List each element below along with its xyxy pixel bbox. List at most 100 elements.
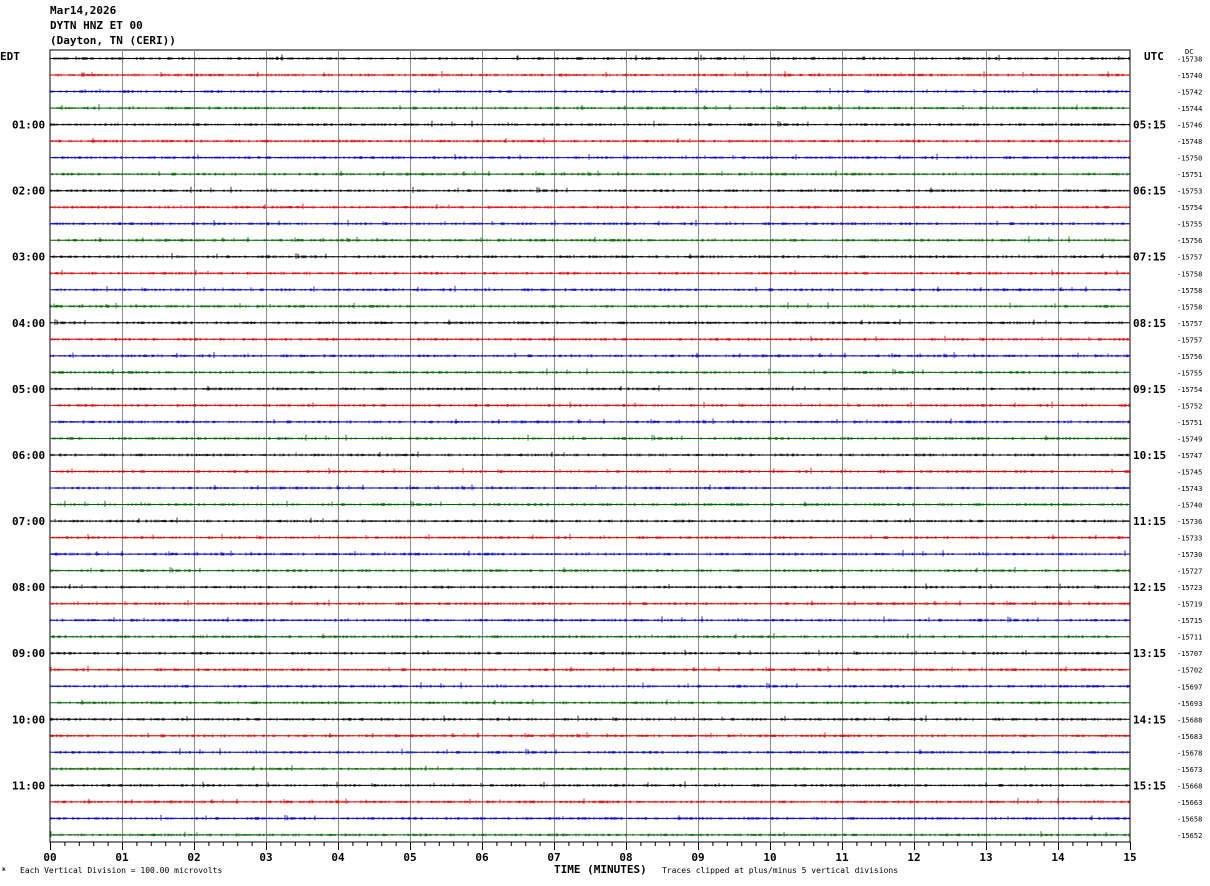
dc-offset-label: -15652 (1177, 832, 1202, 840)
dc-offset-label: -15733 (1177, 535, 1202, 543)
dc-offset-label: -15754 (1177, 386, 1202, 394)
dc-offset-label: -15688 (1177, 716, 1202, 724)
left-hour-label: 07:00 (12, 515, 45, 528)
dc-offset-label: -15743 (1177, 485, 1202, 493)
dc-offset-label: -15752 (1177, 402, 1202, 410)
x-tick-label: 15 (1123, 851, 1136, 864)
dc-offset-label: -15683 (1177, 733, 1202, 741)
left-hour-label: 06:00 (12, 449, 45, 462)
seismic-trace (51, 649, 1130, 656)
seismic-trace (51, 418, 1130, 425)
dc-offset-label: -15707 (1177, 650, 1202, 658)
dc-offset-label: -15750 (1177, 155, 1202, 163)
seismic-trace (52, 285, 1130, 293)
seismic-trace (50, 682, 1130, 689)
dc-offset-label: -15702 (1177, 667, 1202, 675)
right-hour-label: 08:15 (1133, 317, 1166, 330)
dc-offset-label: -15758 (1177, 270, 1202, 278)
left-hour-label: 02:00 (12, 185, 45, 198)
seismic-trace (53, 54, 1130, 61)
seismic-trace (50, 186, 1128, 193)
dc-offset-label: -15678 (1177, 749, 1202, 757)
dc-offset-label: -15693 (1177, 700, 1202, 708)
corner-glyph: ж (2, 866, 6, 873)
x-tick-label: 09 (691, 851, 704, 864)
seismic-trace (54, 71, 1129, 78)
seismic-trace (50, 87, 1128, 94)
dc-offset-label: -15751 (1177, 419, 1202, 427)
seismic-trace (50, 616, 1130, 623)
dc-offset-label: -15740 (1177, 72, 1202, 80)
x-tick-label: 00 (43, 851, 56, 864)
seismic-trace (50, 517, 1129, 524)
seismic-trace (51, 170, 1130, 177)
dc-offset-label: -15745 (1177, 469, 1202, 477)
right-hour-label: 14:15 (1133, 713, 1166, 726)
dc-offset-label: -15673 (1177, 766, 1202, 774)
dc-offset-label: -15753 (1177, 188, 1202, 196)
seismic-trace (51, 533, 1129, 540)
dc-offset-label: -15757 (1177, 336, 1202, 344)
seismic-trace (50, 302, 1130, 309)
seismic-trace (50, 451, 1129, 458)
dc-offset-label: -15727 (1177, 568, 1202, 576)
seismic-trace (52, 434, 1128, 441)
dc-offset-label: -15697 (1177, 683, 1202, 691)
dc-offset-label: -15715 (1177, 617, 1202, 625)
x-tick-label: 12 (907, 851, 920, 864)
x-tick-label: 05 (403, 851, 416, 864)
x-tick-label: 04 (331, 851, 345, 864)
clip-note: Traces clipped at plus/minus 5 vertical … (662, 866, 899, 875)
dc-offset-label: -15740 (1177, 502, 1202, 510)
dc-offset-label: -15658 (1177, 815, 1202, 823)
seismic-trace (56, 401, 1130, 408)
dc-offset-label: -15757 (1177, 320, 1202, 328)
right-hour-label: 12:15 (1133, 581, 1166, 594)
left-hour-label: 05:00 (12, 383, 45, 396)
x-tick-label: 02 (187, 851, 200, 864)
right-hour-label: 07:15 (1133, 251, 1166, 264)
seismic-trace (55, 484, 1129, 491)
seismic-trace (50, 467, 1130, 474)
seismic-trace (50, 219, 1130, 227)
dc-offset-label: -15758 (1177, 303, 1202, 311)
seismic-trace (51, 385, 1130, 392)
seismic-trace (50, 351, 1130, 359)
left-hour-label: 03:00 (12, 251, 45, 264)
right-hour-label: 06:15 (1133, 185, 1166, 198)
seismic-trace (50, 500, 1128, 507)
left-hour-label: 04:00 (12, 317, 45, 330)
right-hour-label: 10:15 (1133, 449, 1166, 462)
dc-offset-label: -15723 (1177, 584, 1202, 592)
seismic-trace (50, 269, 1129, 276)
dc-offset-label: -15746 (1177, 122, 1202, 130)
seismic-trace (50, 699, 1130, 705)
seismic-trace (50, 203, 1130, 210)
left-hour-label: 01:00 (12, 119, 45, 132)
dc-offset-label: -15748 (1177, 138, 1202, 146)
helicorder-plot: -15738 -15740 -15742 -15744 -15746 -15748 -157… (12, 49, 1202, 864)
dc-offset-label: -15755 (1177, 221, 1202, 229)
x-tick-label: 10 (763, 851, 776, 864)
seismic-trace (51, 550, 1130, 557)
seismic-trace (52, 583, 1130, 590)
scale-note: Each Vertical Division = 100.00 microvol… (20, 866, 223, 875)
seismic-trace (51, 765, 1129, 771)
seismic-trace (52, 368, 1129, 375)
seismic-trace (54, 236, 1128, 243)
x-tick-label: 01 (115, 851, 129, 864)
seismic-trace (51, 633, 1130, 639)
dc-offset-label: -15756 (1177, 237, 1202, 245)
x-tick-label: 11 (835, 851, 849, 864)
seismic-trace (51, 137, 1127, 144)
left-hour-label: 10:00 (12, 713, 45, 726)
seismic-trace (52, 797, 1130, 805)
right-hour-label: 11:15 (1133, 515, 1166, 528)
x-axis-title: TIME (MINUTES) (554, 863, 647, 876)
seismic-trace (50, 120, 1130, 127)
seismic-trace (50, 567, 1130, 573)
seismic-trace (50, 319, 1128, 325)
seismic-trace (50, 599, 1130, 606)
dc-offset-label: -15736 (1177, 518, 1202, 526)
seismic-trace (50, 831, 1130, 838)
